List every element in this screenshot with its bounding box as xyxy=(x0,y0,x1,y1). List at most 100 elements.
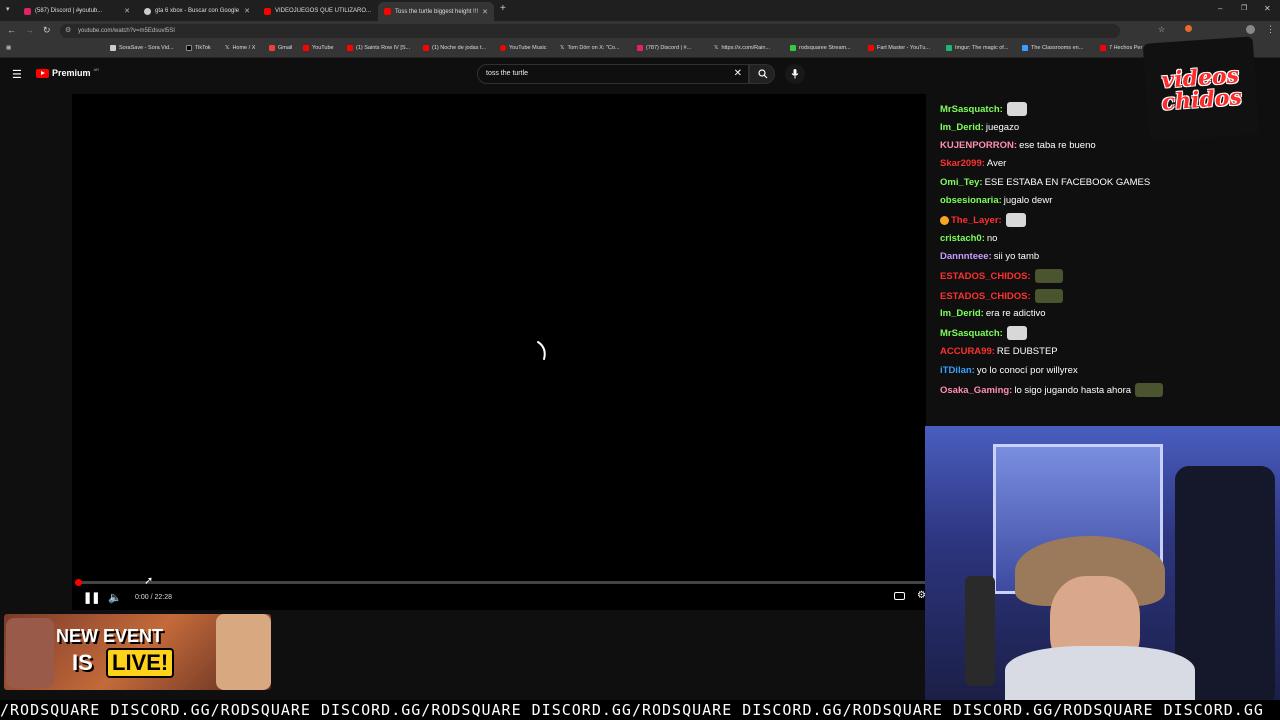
bookmark-item[interactable]: (1) Saints Row IV [S... xyxy=(347,45,410,51)
address-bar[interactable]: ⚙ youtube.com/watch?v=m5Edsuvl5SI xyxy=(60,24,1120,38)
video-player[interactable]: ➚ ❚❚ 🔈 0:00 / 22:28 ⚙ xyxy=(72,94,927,610)
region-label: AR xyxy=(93,66,100,72)
new-tab-icon[interactable]: + xyxy=(500,3,506,14)
minimize-icon[interactable]: – xyxy=(1218,4,1222,13)
bookmark-item[interactable]: The Classrooms en... xyxy=(1022,45,1083,51)
search-button[interactable] xyxy=(749,64,775,84)
chat-username: cristach0: xyxy=(940,233,985,244)
bookmarks-bar: ▦ SoraSave - Sora Vid... TikTok 𝕏 Home / … xyxy=(0,41,1280,58)
youtube-icon xyxy=(868,45,874,51)
close-tab-icon[interactable]: ✕ xyxy=(375,7,376,15)
chat-message: ESTADOS_CHIDOS: xyxy=(940,269,1063,283)
bookmark-star-icon[interactable]: ☆ xyxy=(1158,25,1165,34)
channel-logo: videos chidos xyxy=(1142,36,1260,142)
close-window-icon[interactable]: ✕ xyxy=(1264,4,1271,13)
tab-label: (587) Discord | #̶youtub... xyxy=(35,8,103,14)
banner-character-left xyxy=(6,618,54,688)
apps-icon[interactable]: ▦ xyxy=(6,45,11,51)
microphone-icon xyxy=(791,69,799,79)
chat-text: era re adictivo xyxy=(985,308,1046,319)
bookmark-item[interactable]: Fart Master - YouTu... xyxy=(868,45,930,51)
search-input[interactable]: toss the turtle ✕ xyxy=(477,64,749,84)
new-event-banner[interactable]: NEW EVENT IS LIVE! xyxy=(4,614,271,690)
bookmark-item[interactable]: Gmail xyxy=(269,45,292,51)
emote-icon xyxy=(1034,269,1063,283)
imgur-icon xyxy=(946,45,952,51)
close-tab-icon[interactable]: ✕ xyxy=(482,8,488,16)
pause-icon[interactable]: ❚❚ xyxy=(83,591,100,604)
site-info-icon[interactable]: ⚙ xyxy=(65,24,71,38)
bookmark-item[interactable]: (1) Noche de jodas t... xyxy=(423,45,486,51)
bookmark-item[interactable]: (787) Discord | #... xyxy=(637,45,691,51)
tiktok-icon xyxy=(186,45,192,51)
webcam-feed xyxy=(925,426,1280,706)
google-favicon-icon xyxy=(144,7,151,15)
progress-scrubber[interactable] xyxy=(75,579,82,586)
banner-title: NEW EVENT xyxy=(56,626,164,646)
forward-icon[interactable]: → xyxy=(25,25,34,35)
chat-username: Im_Derid: xyxy=(940,122,984,133)
chat-username: Osaka_Gaming: xyxy=(940,384,1013,396)
chat-message: Dannnteee: sii yo tamb xyxy=(940,251,1039,262)
bookmark-item[interactable]: 𝕏 Home / X xyxy=(225,45,255,51)
restore-icon[interactable]: ❐ xyxy=(1241,4,1247,12)
youtube-favicon-icon xyxy=(384,8,391,15)
bookmark-item[interactable]: Imgur: The magic of... xyxy=(946,45,1008,51)
bookmark-favicon-icon xyxy=(110,45,116,51)
youtube-logo[interactable]: Premium AR xyxy=(36,66,100,78)
extensions-icon[interactable] xyxy=(1185,25,1192,32)
browser-tab-videojuegos[interactable]: VIDEOJUEGOS QUE UTILIZARO... ✕ xyxy=(258,3,376,19)
youtube-icon xyxy=(303,45,309,51)
bookmark-item[interactable]: SoraSave - Sora Vid... xyxy=(110,45,174,51)
chat-message: obsesionaria: jugalo dewr xyxy=(940,195,1052,206)
progress-bar[interactable] xyxy=(75,579,927,586)
bookmark-item[interactable]: TikTok xyxy=(186,45,211,51)
close-tab-icon[interactable]: ✕ xyxy=(124,7,130,15)
chat-message: Im_Derid: juegazo xyxy=(940,122,1019,133)
browser-menu-icon[interactable]: ⋮ xyxy=(1266,24,1275,35)
voice-search-button[interactable] xyxy=(785,64,805,84)
youtube-icon xyxy=(347,45,353,51)
chat-username: MrSasquatch: xyxy=(940,103,1003,115)
reload-icon[interactable]: ↻ xyxy=(43,25,51,36)
time-display: 0:00 / 22:28 xyxy=(135,594,172,601)
webcam-person-shirt xyxy=(1005,646,1195,706)
badge-icon xyxy=(940,215,949,225)
browser-tab-toss-the-turtle[interactable]: Toss the turtle biggest height !!! ✕ xyxy=(378,2,494,21)
back-icon[interactable]: ← xyxy=(7,25,16,35)
bookmark-item[interactable]: YouTube Music xyxy=(500,45,547,51)
chat-message: Osaka_Gaming: lo sigo jugando hasta ahora xyxy=(940,383,1164,397)
banner-character-right xyxy=(216,614,271,690)
chat-username: The_Layer: xyxy=(951,214,1002,226)
browser-toolbar: ← → ↻ ⚙ youtube.com/watch?v=m5Edsuvl5SI … xyxy=(0,21,1280,41)
volume-icon[interactable]: 🔈 xyxy=(108,591,122,604)
bookmark-favicon-icon xyxy=(790,45,796,51)
bookmark-item[interactable]: 𝕏 Tom Dörr on X: "Co... xyxy=(560,45,620,51)
chat-text: juegazo xyxy=(985,122,1020,133)
browser-tab-google[interactable]: gta 6 xbox - Buscar con Google ✕ xyxy=(138,3,256,19)
hamburger-menu-icon[interactable]: ☰ xyxy=(12,68,22,81)
subtitles-icon[interactable] xyxy=(894,592,905,600)
chat-username: ACCURA99: xyxy=(940,346,995,357)
clear-search-icon[interactable]: ✕ xyxy=(734,65,742,83)
chat-message: Im_Derid: era re adictivo xyxy=(940,308,1046,319)
chat-text: jugalo dewr xyxy=(1003,195,1053,206)
chat-message: iTDilan: yo lo conocí por willyrex xyxy=(940,365,1078,376)
bookmark-item[interactable]: YouTube xyxy=(303,45,334,51)
bookmark-item[interactable]: 7 Hechos Per xyxy=(1100,45,1142,51)
bookmark-item[interactable]: 𝕏https://x.com/Rain... xyxy=(714,45,770,51)
webcam-microphone xyxy=(965,576,995,686)
profile-avatar-icon[interactable] xyxy=(1246,25,1255,34)
browser-tab-discord[interactable]: (587) Discord | #̶youtub... ✕ xyxy=(18,3,136,19)
bookmark-item[interactable]: rodsquaree Stream... xyxy=(790,45,851,51)
chat-message: ESTADOS_CHIDOS: xyxy=(940,289,1063,303)
chat-message: Omi_Tey: ESE ESTABA EN FACEBOOK GAMES xyxy=(940,177,1150,188)
chat-username: Im_Derid: xyxy=(940,308,984,319)
close-tab-icon[interactable]: ✕ xyxy=(244,7,250,15)
chat-username: MrSasquatch: xyxy=(940,327,1003,339)
chat-message: ACCURA99: RE DUBSTEP xyxy=(940,346,1058,357)
tab-list-icon[interactable]: ▾ xyxy=(6,5,10,13)
youtube-play-logo-icon xyxy=(36,68,49,78)
emote-icon xyxy=(1006,102,1027,116)
x-logo-icon: 𝕏 xyxy=(560,45,565,51)
